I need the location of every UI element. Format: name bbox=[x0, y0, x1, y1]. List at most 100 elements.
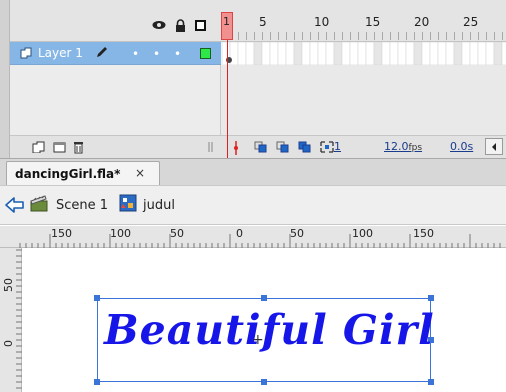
frame-tick bbox=[262, 32, 263, 40]
frame-tick bbox=[302, 32, 303, 40]
frames-area[interactable] bbox=[221, 42, 506, 65]
frame-tick bbox=[438, 32, 439, 40]
frame-tick bbox=[486, 32, 487, 40]
center-frame-icon[interactable] bbox=[232, 141, 245, 155]
frame-tick bbox=[422, 32, 423, 40]
frame-tick bbox=[414, 32, 415, 40]
frame-tick bbox=[478, 32, 479, 40]
frame-tick bbox=[294, 32, 295, 40]
frame-tick bbox=[318, 32, 319, 40]
eye-icon[interactable] bbox=[152, 18, 166, 32]
vertical-ruler[interactable]: 50 0 bbox=[0, 248, 22, 392]
document-tab-bar: dancingGirl.fla* × bbox=[0, 158, 506, 185]
layer-list-empty-area bbox=[10, 65, 221, 135]
stage-text[interactable]: Beautiful Girl bbox=[104, 306, 435, 354]
frame-tick bbox=[382, 32, 383, 40]
frame-tick bbox=[310, 32, 311, 40]
document-tab[interactable]: dancingGirl.fla* × bbox=[6, 161, 160, 185]
frame-tick bbox=[286, 32, 287, 40]
onion-outline-icon[interactable] bbox=[276, 141, 290, 153]
ruler-label: 0 bbox=[236, 227, 243, 240]
frame-tick bbox=[254, 32, 255, 40]
trash-icon[interactable] bbox=[73, 141, 86, 154]
visibility-dot[interactable]: • bbox=[132, 47, 139, 61]
frame-tick bbox=[470, 32, 471, 40]
frame-tick bbox=[446, 32, 447, 40]
panel-gutter bbox=[0, 0, 10, 158]
lock-dot[interactable]: • bbox=[153, 47, 160, 61]
outline-icon[interactable] bbox=[193, 18, 207, 32]
scene-breadcrumb[interactable]: Scene 1 bbox=[56, 198, 108, 213]
divider-grip-icon bbox=[208, 141, 221, 153]
frame-tick bbox=[326, 32, 327, 40]
pencil-icon bbox=[95, 45, 109, 63]
frame-tick bbox=[430, 32, 431, 40]
frame-tick bbox=[238, 32, 239, 40]
resize-handle[interactable] bbox=[261, 295, 267, 301]
timeline-footer bbox=[10, 135, 506, 158]
frame-number: 10 bbox=[314, 15, 330, 29]
frame-tick bbox=[270, 32, 271, 40]
fps-value: 12.0 bbox=[384, 140, 409, 153]
frame-tick bbox=[350, 32, 351, 40]
frame-tick bbox=[390, 32, 391, 40]
frame-tick bbox=[462, 32, 463, 40]
frame-tick bbox=[358, 32, 359, 40]
frame-tick bbox=[342, 32, 343, 40]
horizontal-ruler[interactable]: 150 100 50 0 50 100 150 bbox=[0, 226, 506, 248]
layer-name[interactable]: Layer 1 bbox=[38, 46, 83, 60]
frame-number: 25 bbox=[463, 15, 479, 29]
frame-tick bbox=[334, 32, 335, 40]
resize-handle[interactable] bbox=[261, 379, 267, 385]
layer-outline-color[interactable] bbox=[200, 48, 211, 59]
playhead[interactable]: 1 bbox=[221, 12, 233, 40]
frame-rate-readout[interactable]: 12.0fps bbox=[384, 140, 422, 153]
resize-handle[interactable] bbox=[428, 295, 434, 301]
ruler-label: 0 bbox=[2, 340, 15, 347]
fps-unit: fps bbox=[408, 143, 423, 153]
layer-row[interactable]: Layer 1 • • • bbox=[10, 42, 221, 65]
ruler-label: 100 bbox=[110, 227, 131, 240]
current-frame-readout[interactable]: 1 bbox=[334, 140, 341, 153]
current-frame-number: 1 bbox=[223, 15, 230, 28]
frame-tick bbox=[502, 32, 503, 40]
elapsed-time-readout[interactable]: 0.0s bbox=[450, 140, 473, 153]
scroll-left-button[interactable] bbox=[485, 138, 503, 155]
lock-icon[interactable] bbox=[173, 18, 187, 32]
timeline-panel: 5 10 15 20 25 1 Layer 1 • • • 1 12.0fps … bbox=[0, 0, 506, 158]
ruler-label: 50 bbox=[290, 227, 304, 240]
close-icon[interactable]: × bbox=[135, 166, 145, 180]
new-folder-icon[interactable] bbox=[53, 141, 66, 153]
symbol-icon bbox=[119, 194, 137, 212]
back-arrow-icon[interactable] bbox=[5, 196, 25, 214]
frame-tick bbox=[246, 32, 247, 40]
frame-number: 20 bbox=[414, 15, 430, 29]
frame-tick bbox=[454, 32, 455, 40]
clapperboard-icon bbox=[29, 194, 49, 212]
frame-tick bbox=[374, 32, 375, 40]
resize-handle[interactable] bbox=[428, 379, 434, 385]
frame-tick bbox=[494, 32, 495, 40]
new-layer-icon[interactable] bbox=[32, 141, 45, 154]
resize-handle[interactable] bbox=[94, 379, 100, 385]
frame-ruler[interactable]: 5 10 15 20 25 bbox=[221, 0, 506, 42]
ruler-label: 150 bbox=[51, 227, 72, 240]
document-tab-label: dancingGirl.fla* bbox=[15, 167, 121, 181]
frame-tick bbox=[366, 32, 367, 40]
ruler-label: 50 bbox=[2, 278, 15, 292]
onion-skin-icon[interactable] bbox=[254, 141, 268, 153]
frame-tick bbox=[278, 32, 279, 40]
frame-number: 15 bbox=[365, 15, 381, 29]
edit-multiple-frames-icon[interactable] bbox=[298, 141, 312, 153]
frame-tick bbox=[406, 32, 407, 40]
ruler-label: 100 bbox=[352, 227, 373, 240]
frame-tick bbox=[398, 32, 399, 40]
ruler-label: 150 bbox=[413, 227, 434, 240]
symbol-breadcrumb[interactable]: judul bbox=[143, 198, 175, 213]
outline-dot[interactable]: • bbox=[174, 47, 181, 61]
modify-markers-icon[interactable] bbox=[320, 141, 334, 153]
ruler-label: 50 bbox=[170, 227, 184, 240]
frame-number: 5 bbox=[259, 15, 267, 29]
registration-point-icon: + bbox=[252, 332, 264, 348]
resize-handle[interactable] bbox=[94, 295, 100, 301]
